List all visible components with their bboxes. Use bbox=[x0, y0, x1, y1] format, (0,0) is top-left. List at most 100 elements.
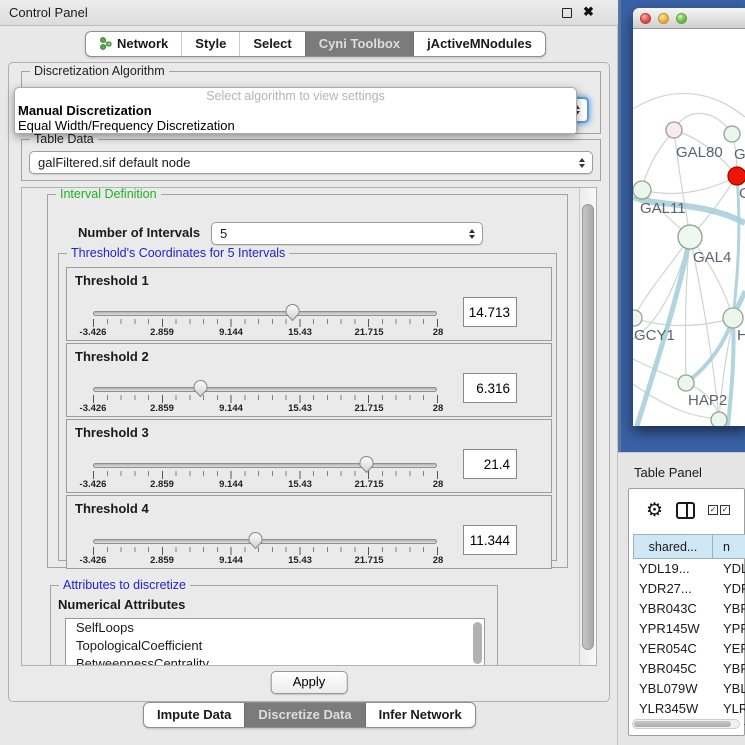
network-node[interactable] bbox=[678, 225, 702, 249]
table-row[interactable]: YDL19...YDL1 bbox=[633, 559, 745, 579]
settings-scrollbar-thumb[interactable] bbox=[582, 204, 594, 650]
list-scrollbar-thumb[interactable] bbox=[473, 622, 482, 664]
attribute-list-item[interactable]: TopologicalCoefficient bbox=[66, 637, 484, 655]
network-node[interactable] bbox=[728, 167, 745, 185]
network-node[interactable] bbox=[678, 375, 694, 391]
table-row[interactable]: YLR345WYLR3 bbox=[633, 699, 745, 719]
tick-label: 9.144 bbox=[219, 479, 243, 490]
column-header-shared-name[interactable]: shared... bbox=[633, 534, 713, 559]
group-title: Table Data bbox=[30, 132, 98, 146]
checkbox-icon: ✓ bbox=[720, 505, 730, 515]
table-panel: Table Panel ⚙ ✓ ✓ shared... n YDL19...YD… bbox=[618, 452, 745, 745]
slider-track bbox=[93, 539, 437, 544]
table-cell: YER0 bbox=[713, 639, 745, 659]
network-node[interactable] bbox=[633, 181, 651, 199]
zoom-traffic-light[interactable] bbox=[676, 13, 687, 24]
table-row[interactable]: YBR043CYBR0 bbox=[633, 599, 745, 619]
tab-select[interactable]: Select bbox=[239, 32, 304, 56]
node-label: H bbox=[737, 327, 745, 344]
combo-arrows-icon bbox=[469, 229, 475, 239]
table-hscrollbar-thumb[interactable] bbox=[634, 721, 731, 727]
close-icon[interactable]: ✖ bbox=[583, 4, 594, 20]
table-row[interactable]: YPR145WYPR1 bbox=[633, 619, 745, 639]
minimize-traffic-light[interactable] bbox=[658, 13, 669, 24]
gear-icon[interactable]: ⚙ bbox=[646, 501, 663, 520]
network-node[interactable] bbox=[724, 126, 740, 142]
threshold-value-field[interactable] bbox=[463, 525, 517, 555]
network-node[interactable] bbox=[711, 412, 727, 426]
threshold-row: Threshold 3 -3.4262.8599.14415.4321.7152… bbox=[66, 419, 552, 493]
node-label: GAL4 bbox=[693, 249, 731, 266]
threshold-value-field[interactable] bbox=[463, 373, 517, 403]
threshold-label: Threshold 4 bbox=[75, 501, 149, 516]
tab-infer-network[interactable]: Infer Network bbox=[365, 703, 475, 727]
popup-option-equal-width[interactable]: Equal Width/Frequency Discretization bbox=[18, 118, 235, 133]
table-row[interactable]: YDR27...YDR2 bbox=[633, 579, 745, 599]
numerical-attributes-list: SelfLoopsTopologicalCoefficientBetweenne… bbox=[65, 618, 485, 665]
tick-label: 21.715 bbox=[354, 327, 383, 338]
tick-label: 28 bbox=[433, 403, 444, 414]
table-cell: YBR045C bbox=[633, 659, 713, 679]
number-of-intervals-label: Number of Intervals bbox=[78, 225, 200, 240]
network-node[interactable] bbox=[633, 310, 642, 326]
tick-label: 15.43 bbox=[288, 403, 312, 414]
columns-icon[interactable] bbox=[676, 502, 695, 519]
tab-impute-data[interactable]: Impute Data bbox=[144, 703, 244, 727]
number-of-intervals-combo[interactable]: 5 bbox=[211, 222, 483, 245]
tick-label: -3.426 bbox=[80, 327, 107, 338]
tab-style[interactable]: Style bbox=[181, 32, 239, 56]
tab-jactivemnodules[interactable]: jActiveMNodules bbox=[413, 32, 545, 56]
network-node[interactable] bbox=[666, 122, 682, 138]
tick-label: -3.426 bbox=[80, 479, 107, 490]
close-traffic-light[interactable] bbox=[640, 13, 651, 24]
table-data-combo-value: galFiltered.sif default node bbox=[38, 155, 190, 170]
tick-label: 28 bbox=[433, 555, 444, 566]
slider-track bbox=[93, 387, 437, 392]
attribute-list-item[interactable]: BetweennessCentrality bbox=[66, 655, 484, 665]
attribute-list-item[interactable]: SelfLoops bbox=[66, 619, 484, 637]
slider-thumb[interactable] bbox=[247, 531, 264, 550]
threshold-label: Threshold 1 bbox=[75, 273, 149, 288]
threshold-slider[interactable]: -3.4262.8599.14415.4321.71528 bbox=[93, 306, 438, 340]
tick-label: 21.715 bbox=[354, 403, 383, 414]
network-window: GAL80GACGAL11GAL4GCY1HHAP2 bbox=[633, 8, 745, 426]
popup-option-manual[interactable]: Manual Discretization bbox=[18, 103, 152, 118]
select-columns-icon[interactable]: ✓ ✓ bbox=[708, 505, 730, 515]
table-row[interactable]: YBL079WYBL0 bbox=[633, 679, 745, 699]
table-header-row: shared... n bbox=[633, 534, 745, 559]
apply-button[interactable]: Apply bbox=[271, 671, 348, 694]
table-cell: YBR0 bbox=[713, 599, 745, 619]
slider-thumb[interactable] bbox=[358, 455, 375, 474]
checkbox-icon: ✓ bbox=[708, 505, 718, 515]
threshold-slider[interactable]: -3.4262.8599.14415.4321.71528 bbox=[93, 534, 438, 568]
threshold-value-field[interactable] bbox=[463, 449, 517, 479]
threshold-slider[interactable]: -3.4262.8599.14415.4321.71528 bbox=[93, 458, 438, 492]
tick-label: 15.43 bbox=[288, 479, 312, 490]
network-canvas[interactable]: GAL80GACGAL11GAL4GCY1HHAP2 bbox=[633, 29, 745, 426]
tab-network[interactable]: Network bbox=[86, 32, 181, 56]
slider-thumb[interactable] bbox=[192, 379, 209, 398]
top-tab-bar: Network Style Select Cyni Toolbox jActiv… bbox=[85, 31, 546, 57]
table-data-combo[interactable]: galFiltered.sif default node bbox=[29, 151, 593, 174]
numerical-attributes-heading: Numerical Attributes bbox=[58, 597, 185, 612]
table-row[interactable]: YER054CYER0 bbox=[633, 639, 745, 659]
algorithm-dropdown-popup: Select algorithm to view settings Manual… bbox=[14, 87, 577, 134]
threshold-value-field[interactable] bbox=[463, 297, 517, 327]
tab-discretize-data[interactable]: Discretize Data bbox=[244, 703, 364, 727]
combo-arrows-icon bbox=[579, 158, 585, 168]
network-node[interactable] bbox=[723, 308, 743, 328]
threshold-row: Threshold 2 -3.4262.8599.14415.4321.7152… bbox=[66, 343, 552, 417]
slider-thumb[interactable] bbox=[284, 303, 301, 322]
slider-tick-labels: -3.4262.8599.14415.4321.71528 bbox=[93, 555, 438, 567]
tick-label: 28 bbox=[433, 327, 444, 338]
settings-viewport: Interval Definition Number of Intervals … bbox=[22, 188, 580, 665]
table-horizontal-scrollbar[interactable] bbox=[632, 719, 740, 729]
column-header-name[interactable]: n bbox=[713, 534, 745, 559]
tab-cyni-toolbox[interactable]: Cyni Toolbox bbox=[305, 32, 413, 56]
slider-track bbox=[93, 311, 437, 316]
threshold-slider[interactable]: -3.4262.8599.14415.4321.71528 bbox=[93, 382, 438, 416]
settings-scrollbar[interactable] bbox=[579, 188, 596, 665]
node-label: GAL80 bbox=[676, 144, 723, 161]
table-row[interactable]: YBR045CYBR0 bbox=[633, 659, 745, 679]
float-window-icon[interactable] bbox=[562, 8, 572, 18]
